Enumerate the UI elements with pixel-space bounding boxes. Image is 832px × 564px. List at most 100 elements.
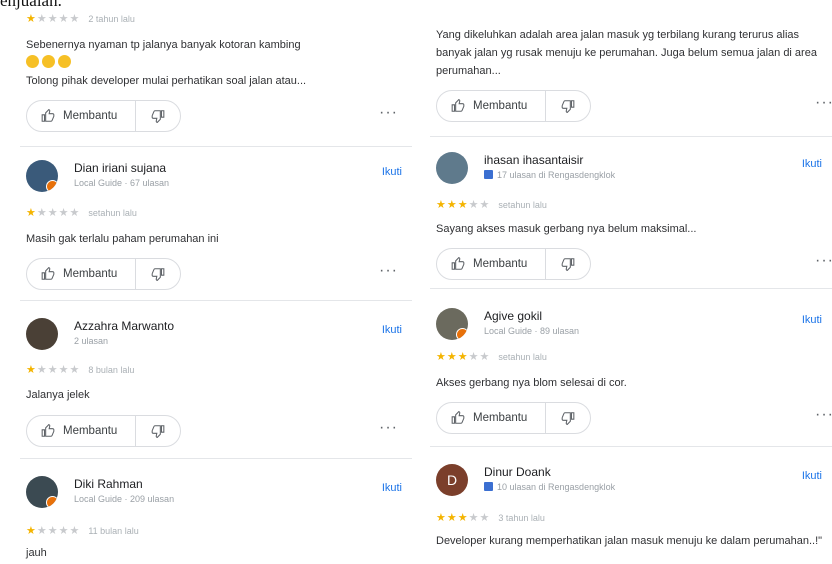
review-emoji-row bbox=[26, 54, 404, 72]
not-helpful-button[interactable] bbox=[136, 416, 180, 446]
review-text: Sebenernya nyaman tp jalanya banyak koto… bbox=[26, 39, 301, 51]
review-card: D Dinur Doank 10 ulasan di Rengasdengklo… bbox=[430, 462, 832, 564]
not-helpful-button[interactable] bbox=[136, 259, 180, 289]
feedback-buttons: Membantu bbox=[436, 248, 592, 280]
helpful-label: Membantu bbox=[473, 258, 528, 270]
review-text-continued: Tolong pihak developer mulai perhatikan … bbox=[26, 75, 307, 87]
avatar[interactable] bbox=[26, 160, 58, 192]
helpful-button[interactable]: Membantu bbox=[437, 91, 547, 121]
star-rating: ★★★★★ 3 tahun lalu bbox=[436, 512, 545, 524]
divider bbox=[20, 458, 412, 459]
local-guide-badge-icon bbox=[46, 180, 58, 192]
feedback-buttons: Membantu bbox=[436, 90, 592, 122]
helpful-button[interactable]: Membantu bbox=[27, 101, 137, 131]
not-helpful-button[interactable] bbox=[546, 403, 590, 433]
thumbs-down-icon bbox=[561, 258, 575, 271]
thumbs-down-icon bbox=[151, 268, 165, 281]
thumbs-up-icon bbox=[451, 257, 465, 270]
avatar[interactable] bbox=[436, 152, 468, 184]
review-header: Diki Rahman Local Guide · 209 ulasan Iku… bbox=[20, 474, 412, 514]
follow-button[interactable]: Ikuti bbox=[382, 324, 402, 336]
helpful-label: Membantu bbox=[473, 100, 528, 112]
follow-button[interactable]: Ikuti bbox=[382, 482, 402, 494]
review-card: Yang dikeluhkan adalah area jalan masuk … bbox=[430, 0, 832, 136]
grin-emoji-icon bbox=[42, 55, 55, 68]
star-rating: ★★★★★ setahun lalu bbox=[436, 351, 547, 363]
review-card: Agive gokil Local Guide · 89 ulasan Ikut… bbox=[430, 306, 832, 436]
review-text: Akses gerbang nya blom selesai di cor. bbox=[436, 377, 627, 389]
review-header: Dian iriani sujana Local Guide · 67 ulas… bbox=[20, 158, 412, 198]
reviewer-name[interactable]: Dinur Doank bbox=[484, 465, 551, 479]
more-options-button[interactable]: ··· bbox=[379, 419, 398, 437]
helpful-button[interactable]: Membantu bbox=[27, 416, 137, 446]
avatar-letter: D bbox=[446, 472, 458, 488]
review-header: Azzahra Marwanto 2 ulasan Ikuti bbox=[20, 316, 412, 356]
helpful-button[interactable]: Membantu bbox=[437, 403, 547, 433]
review-header: ihasan ihasantaisir 17 ulasan di Rengasd… bbox=[430, 150, 832, 190]
helpful-button[interactable]: Membantu bbox=[437, 249, 547, 279]
helpful-label: Membantu bbox=[63, 110, 118, 122]
divider bbox=[430, 288, 832, 289]
reviewer-meta: 17 ulasan di Rengasdengklok bbox=[484, 170, 615, 180]
thumbs-up-icon bbox=[451, 99, 465, 112]
not-helpful-button[interactable] bbox=[136, 101, 180, 131]
avatar[interactable] bbox=[26, 318, 58, 350]
grin-emoji-icon bbox=[58, 55, 71, 68]
divider bbox=[430, 136, 832, 137]
follow-button[interactable]: Ikuti bbox=[802, 314, 822, 326]
feedback-buttons: Membantu bbox=[26, 100, 182, 132]
review-card: Dian iriani sujana Local Guide · 67 ulas… bbox=[20, 158, 412, 290]
review-text: jauh bbox=[26, 547, 47, 559]
location-icon bbox=[484, 482, 493, 491]
helpful-button[interactable]: Membantu bbox=[27, 259, 137, 289]
more-options-button[interactable]: ··· bbox=[815, 406, 832, 424]
reviewer-name[interactable]: ihasan ihasantaisir bbox=[484, 153, 583, 167]
avatar[interactable] bbox=[26, 476, 58, 508]
reviewer-meta: Local Guide · 67 ulasan bbox=[74, 178, 170, 188]
review-card: Azzahra Marwanto 2 ulasan Ikuti ★★★★★ 8 b… bbox=[20, 316, 412, 447]
thumbs-down-icon bbox=[151, 110, 165, 123]
feedback-buttons: Membantu bbox=[26, 415, 182, 447]
avatar[interactable] bbox=[436, 308, 468, 340]
reviewer-name[interactable]: Azzahra Marwanto bbox=[74, 319, 174, 333]
local-guide-badge-icon bbox=[456, 328, 468, 340]
reviewer-meta: 2 ulasan bbox=[74, 336, 109, 346]
more-options-button[interactable]: ··· bbox=[815, 94, 832, 112]
review-text: Masih gak terlalu paham perumahan ini bbox=[26, 233, 219, 245]
more-options-button[interactable]: ··· bbox=[379, 104, 398, 122]
thumbs-up-icon bbox=[41, 424, 55, 437]
not-helpful-button[interactable] bbox=[546, 91, 590, 121]
reviewer-meta: Local Guide · 209 ulasan bbox=[74, 494, 175, 504]
review-header: D Dinur Doank 10 ulasan di Rengasdengklo… bbox=[430, 462, 832, 502]
review-text: Developer kurang memperhatikan jalan mas… bbox=[436, 535, 823, 547]
grin-emoji-icon bbox=[26, 55, 39, 68]
more-options-button[interactable]: ··· bbox=[815, 252, 832, 270]
review-card: ihasan ihasantaisir 17 ulasan di Rengasd… bbox=[430, 150, 832, 280]
star-rating: ★★★★★ setahun lalu bbox=[26, 207, 137, 219]
avatar[interactable]: D bbox=[436, 464, 468, 496]
more-options-button[interactable]: ··· bbox=[379, 262, 398, 280]
feedback-buttons: Membantu bbox=[26, 258, 182, 290]
follow-button[interactable]: Ikuti bbox=[382, 166, 402, 178]
follow-button[interactable]: Ikuti bbox=[802, 158, 822, 170]
reviewer-name[interactable]: Dian iriani sujana bbox=[74, 161, 166, 175]
review-text: Sayang akses masuk gerbang nya belum mak… bbox=[436, 223, 697, 235]
divider bbox=[430, 446, 832, 447]
thumbs-up-icon bbox=[41, 109, 55, 122]
follow-button[interactable]: Ikuti bbox=[802, 470, 822, 482]
star-rating: ★★★★★ 8 bulan lalu bbox=[26, 364, 135, 376]
review-text: Yang dikeluhkan adalah area jalan masuk … bbox=[436, 29, 817, 77]
thumbs-down-icon bbox=[151, 425, 165, 438]
star-rating: ★★★★★ setahun lalu bbox=[436, 199, 547, 211]
thumbs-up-icon bbox=[41, 267, 55, 280]
reviewer-name[interactable]: Agive gokil bbox=[484, 309, 542, 323]
review-text: Jalanya jelek bbox=[26, 389, 90, 401]
not-helpful-button[interactable] bbox=[546, 249, 590, 279]
helpful-label: Membantu bbox=[63, 268, 118, 280]
star-rating: ★★★★★ 2 tahun lalu bbox=[26, 13, 135, 25]
thumbs-down-icon bbox=[561, 100, 575, 113]
reviewer-meta: Local Guide · 89 ulasan bbox=[484, 326, 580, 336]
feedback-buttons: Membantu bbox=[436, 402, 592, 434]
reviewer-name[interactable]: Diki Rahman bbox=[74, 477, 143, 491]
star-rating: ★★★★★ 11 bulan lalu bbox=[26, 525, 139, 537]
